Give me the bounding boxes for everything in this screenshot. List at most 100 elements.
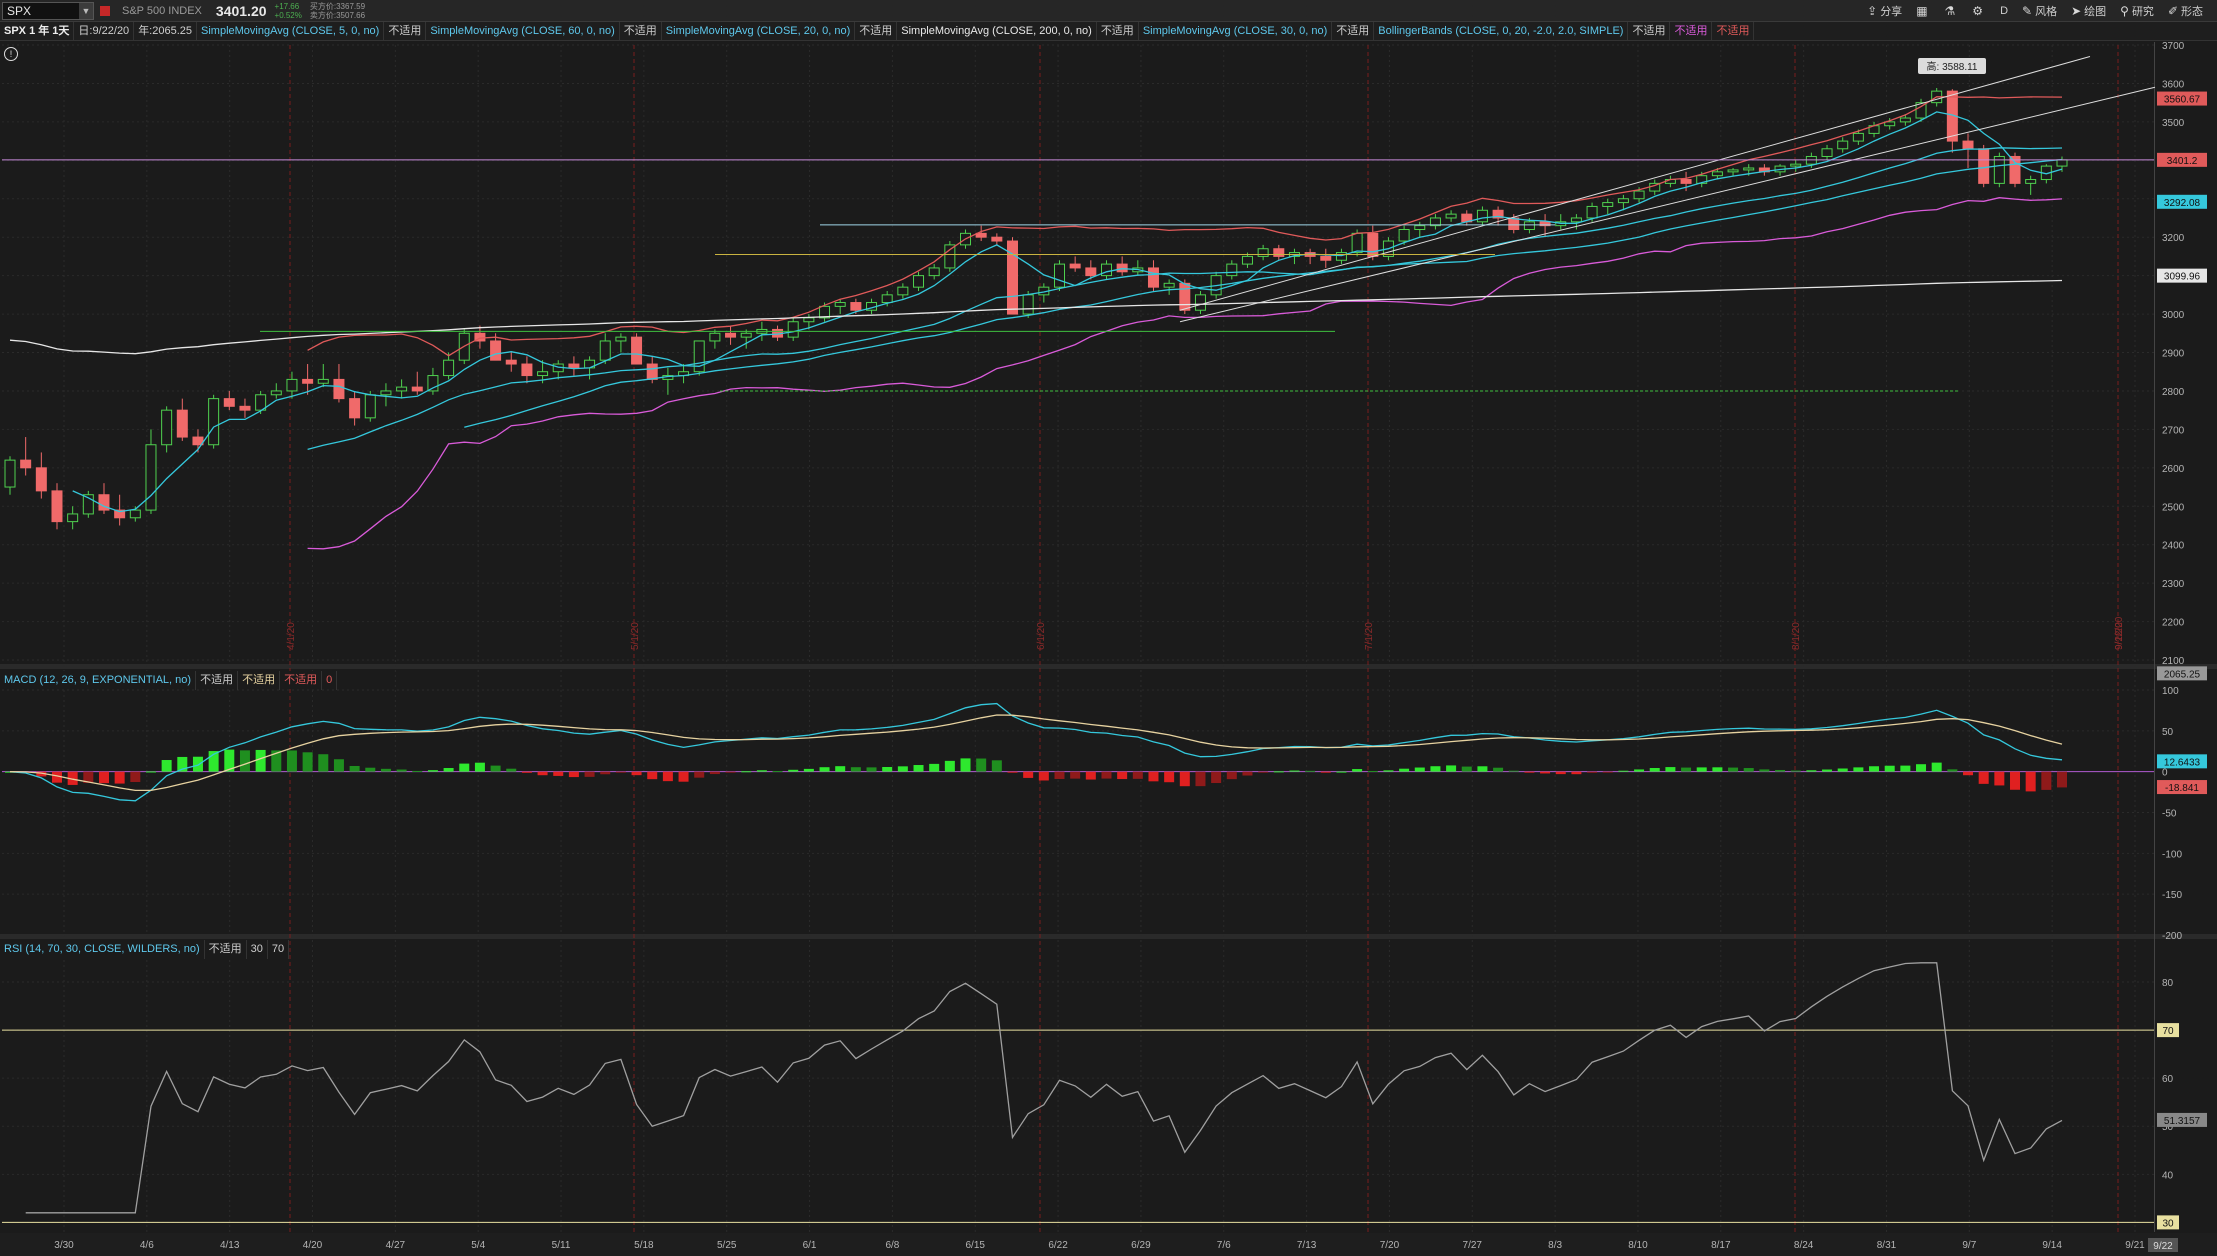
candle-body	[1680, 179, 1692, 184]
macd-value-label: 12.6433	[2164, 757, 2201, 768]
x-tick-label: 5/4	[471, 1240, 485, 1251]
macd-histogram-bar	[333, 759, 344, 772]
macd-histogram-bar	[1508, 770, 1519, 772]
rsi-level-70: 70	[268, 940, 290, 959]
candle-body	[270, 390, 282, 396]
macd-na-3: 不适用	[280, 671, 323, 690]
sma-30-line	[464, 158, 2063, 428]
candle-body	[1852, 132, 1864, 142]
macd-histogram-bar	[1696, 767, 1707, 772]
candle-body	[615, 336, 627, 342]
candle-body	[1978, 148, 1990, 184]
macd-histogram-bar	[1023, 771, 1034, 778]
macd-histogram-bar	[1273, 771, 1284, 773]
candle-body	[1069, 263, 1081, 269]
rsi-level-label: 30	[2162, 1218, 2174, 1229]
candle-body	[1022, 294, 1034, 315]
macd-histogram-bar	[2057, 771, 2067, 788]
macd-histogram-bar	[349, 765, 360, 772]
chart-area[interactable]: 3700360035003400330032003100300029002800…	[0, 0, 2217, 1256]
macd-histogram-bar	[772, 771, 783, 773]
candle-body	[1194, 294, 1206, 311]
high-label: 高: 3588.11	[1927, 60, 1978, 73]
macd-zero: 0	[322, 671, 338, 690]
macd-histogram-bar	[929, 763, 940, 772]
candle-body	[1743, 167, 1755, 171]
macd-histogram-bar	[976, 758, 987, 772]
macd-histogram-bar	[1117, 771, 1128, 780]
macd-histogram-bar	[1367, 770, 1378, 772]
rsi-tick-label: 40	[2162, 1170, 2174, 1181]
macd-label-bar: MACD (12, 26, 9, EXPONENTIAL, no) 不适用 不适…	[0, 671, 338, 690]
macd-histogram-bar	[1571, 771, 1582, 775]
macd-histogram-bar	[1430, 766, 1441, 772]
macd-histogram-bar	[897, 766, 908, 772]
price-tick-label: 2200	[2162, 618, 2185, 629]
candle-body	[1085, 267, 1097, 277]
candle-body	[975, 232, 987, 238]
candle-body	[1962, 140, 1974, 150]
current-marker-label: 9/22/20	[2114, 616, 2125, 650]
macd-tick-label: -100	[2162, 849, 2182, 860]
macd-histogram-bar	[490, 765, 501, 772]
macd-histogram-bar	[1195, 771, 1206, 787]
candle-body	[709, 332, 721, 342]
rsi-value-label: 51.3157	[2164, 1116, 2201, 1127]
candle-body	[2056, 159, 2068, 167]
macd-histogram-bar	[756, 770, 767, 772]
month-marker-label: 5/1/20	[630, 622, 641, 650]
macd-histogram-bar	[788, 769, 799, 772]
macd-histogram-bar	[1226, 771, 1237, 780]
current-date-label: 9/22	[2153, 1241, 2173, 1252]
macd-histogram-bar	[741, 771, 752, 773]
macd-histogram-bar	[1007, 771, 1018, 773]
candle-body	[145, 444, 157, 511]
candle-body	[1116, 263, 1128, 273]
candle-body	[1617, 198, 1629, 204]
macd-na-1: 不适用	[196, 671, 239, 690]
macd-histogram-bar	[1916, 764, 1927, 772]
macd-histogram-bar	[1320, 771, 1331, 773]
candle-body	[1053, 263, 1065, 288]
candle-body	[803, 317, 815, 323]
candle-body	[1602, 202, 1614, 207]
macd-histogram-bar	[1242, 771, 1253, 776]
candle-body	[333, 378, 345, 400]
macd-tick-label: -150	[2162, 890, 2182, 901]
macd-histogram-bar	[1540, 771, 1551, 774]
month-marker-label: 7/1/20	[1364, 622, 1375, 650]
macd-histogram-bar	[1618, 770, 1629, 772]
macd-tick-label: 50	[2162, 727, 2174, 738]
macd-histogram-bar	[662, 771, 673, 782]
price-axis-border	[2154, 42, 2155, 1232]
macd-histogram-bar	[1587, 771, 1598, 773]
x-tick-label: 8/31	[1877, 1240, 1897, 1251]
x-tick-label: 6/1	[803, 1240, 817, 1251]
macd-histogram-bar	[1775, 769, 1786, 772]
macd-histogram-bar	[521, 771, 532, 773]
macd-tick-label: 0	[2162, 768, 2168, 779]
lower-channel-line	[1179, 86, 2156, 323]
candle-body	[881, 294, 893, 304]
macd-histogram-bar	[1931, 762, 1942, 772]
pane-divider-1	[0, 664, 2217, 669]
macd-histogram-bar	[709, 771, 720, 775]
candle-body	[1335, 252, 1347, 261]
candle-body	[1821, 148, 1833, 157]
price-value-label: 3401.2	[2167, 156, 2198, 167]
candle-body	[1257, 248, 1269, 257]
macd-histogram-bar	[427, 770, 438, 772]
macd-histogram-bar	[365, 767, 376, 772]
macd-histogram-bar	[1963, 771, 1974, 776]
x-tick-label: 3/30	[54, 1240, 74, 1251]
x-tick-label: 8/10	[1628, 1240, 1648, 1251]
price-value-label: 3099.96	[2164, 272, 2201, 283]
candle-body	[1711, 171, 1723, 177]
macd-label[interactable]: MACD (12, 26, 9, EXPONENTIAL, no)	[0, 671, 197, 690]
candle-body	[834, 302, 846, 307]
rsi-label[interactable]: RSI (14, 70, 30, CLOSE, WILDERS, no)	[0, 940, 205, 959]
macd-histogram-bar	[1869, 766, 1880, 772]
candle-body	[411, 386, 423, 392]
x-tick-label: 4/20	[303, 1240, 323, 1251]
candle-body	[521, 363, 533, 377]
